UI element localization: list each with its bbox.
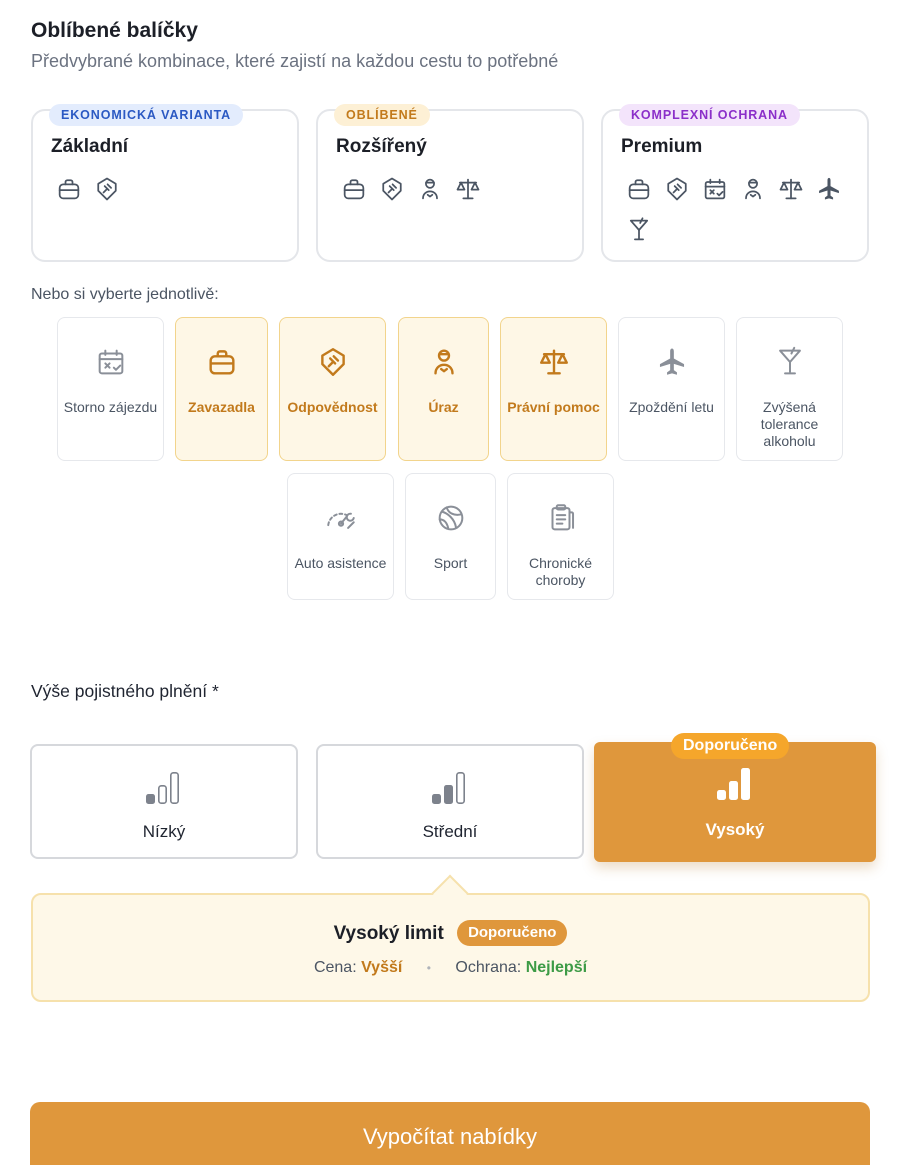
injured-person-icon: [739, 175, 767, 208]
scales-icon: [454, 175, 482, 208]
limit-label: Střední: [422, 822, 478, 841]
page-title: Oblíbené balíčky: [31, 19, 198, 42]
option-alcohol[interactable]: Zvýšená tolerance alkoholu: [736, 317, 843, 461]
option-storno[interactable]: Storno zájezdu: [57, 317, 164, 461]
price-label: Cena:: [313, 959, 357, 976]
limit-medium[interactable]: Střední: [316, 744, 584, 859]
option-liability[interactable]: Odpovědnost: [279, 317, 386, 461]
package-icons: [55, 175, 285, 208]
package-name: Základní: [51, 136, 129, 157]
option-car-assist[interactable]: Auto asistence: [287, 473, 394, 600]
summary-badge: Doporučeno: [457, 920, 568, 946]
limit-label: Nízký: [142, 822, 186, 841]
scales-icon: [777, 175, 805, 208]
package-card-basic[interactable]: EKONOMICKÁ VARIANTA Základní: [31, 104, 299, 262]
option-label: Auto asistence: [294, 555, 387, 571]
package-badge: OBLÍBENÉ: [334, 104, 430, 126]
package-name: Rozšířený: [336, 136, 427, 157]
protection-label: Ochrana:: [455, 959, 522, 976]
price-value: Vyšší: [361, 959, 403, 976]
injured-person-icon: [416, 175, 444, 208]
option-label: Chronické choroby: [528, 555, 593, 588]
option-flight-delay[interactable]: Zpoždění letu: [618, 317, 725, 461]
luggage-icon: [625, 175, 653, 208]
limit-high[interactable]: Vysoký: [594, 742, 876, 862]
calculate-offers-button[interactable]: Vypočítat nabídky: [30, 1102, 870, 1165]
luggage-icon: [55, 175, 83, 208]
option-injury[interactable]: Úraz: [398, 317, 489, 461]
option-label: Storno zájezdu: [63, 399, 158, 415]
option-luggage[interactable]: Zavazadla: [175, 317, 268, 461]
option-label: Zvýšená tolerance alkoholu: [760, 399, 819, 449]
package-name: Premium: [621, 136, 703, 157]
package-icons: [340, 175, 570, 208]
limit-section-label: Výše pojistného plnění *: [31, 681, 219, 701]
option-legal[interactable]: Právní pomoc: [500, 317, 607, 461]
option-label: Sport: [433, 555, 468, 571]
package-card-premium[interactable]: KOMPLEXNÍ OCHRANA Premium: [601, 104, 869, 262]
package-icons: [625, 175, 855, 249]
page-subtitle: Předvybrané kombinace, které zajistí na …: [31, 51, 559, 71]
option-label: Zpoždění letu: [629, 399, 714, 415]
package-card-extended[interactable]: OBLÍBENÉ Rozšířený: [316, 104, 584, 262]
recommended-badge: Doporučeno: [671, 733, 790, 759]
luggage-icon: [340, 175, 368, 208]
option-label: Úraz: [428, 399, 459, 415]
option-label: Zavazadla: [188, 399, 255, 415]
shield-gavel-icon: [663, 175, 691, 208]
option-chronic[interactable]: Chronické choroby: [507, 473, 614, 600]
separator-dot: •: [426, 961, 431, 975]
summary-title: Vysoký limit: [333, 923, 444, 944]
option-label: Právní pomoc: [507, 399, 600, 415]
calendar-cancel-icon: [701, 175, 729, 208]
cocktail-icon: [625, 216, 653, 249]
package-badge: KOMPLEXNÍ OCHRANA: [619, 104, 800, 126]
protection-value: Nejlepší: [525, 959, 588, 976]
option-label: Odpovědnost: [287, 399, 378, 415]
shield-gavel-icon: [93, 175, 121, 208]
limit-low[interactable]: Nízký: [30, 744, 298, 859]
limit-label: Vysoký: [705, 820, 765, 839]
shield-gavel-icon: [378, 175, 406, 208]
option-sport[interactable]: Sport: [405, 473, 496, 600]
individual-label: Nebo si vyberte jednotlivě:: [31, 286, 219, 303]
package-badge: EKONOMICKÁ VARIANTA: [49, 104, 244, 126]
airplane-icon: [815, 175, 843, 208]
